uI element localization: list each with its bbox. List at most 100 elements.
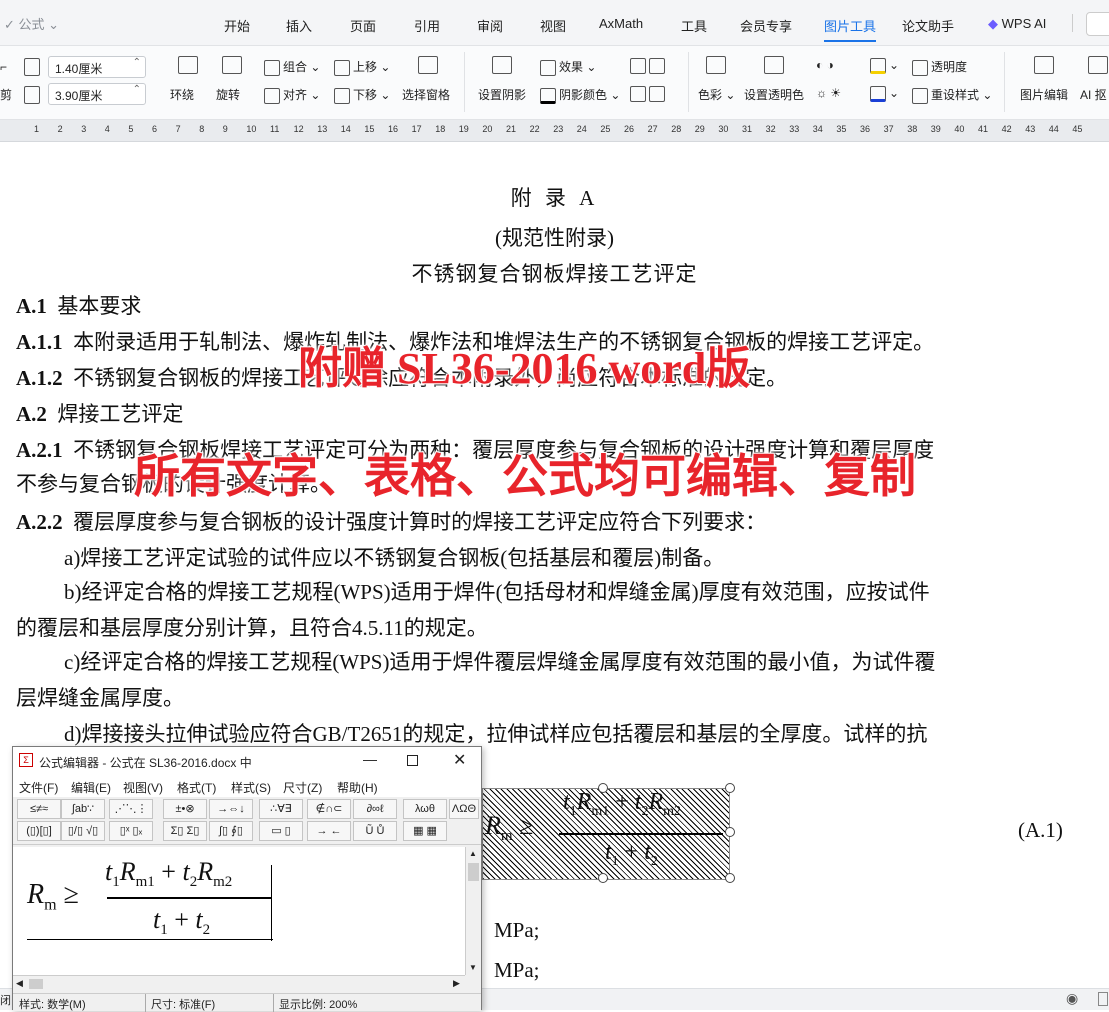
crop-top-icon[interactable]: ⌐ [0,60,7,74]
template-palette-button[interactable]: ▯/▯ √▯ [61,821,105,841]
ribbon-toolbar: ⌐ 剪 1.40厘米 3.90厘米 环绕 旋转 组合 ⌄ 对齐 ⌄ 上移 ⌄ 下… [0,46,1109,120]
symbol-palette-button[interactable]: →⇔↓ [209,799,253,819]
resize-handle-right[interactable] [725,827,735,837]
template-palette-button[interactable]: (▯)[▯] [17,821,61,841]
brightness-buttons[interactable]: ◐ ◑ [816,58,834,72]
horizontal-ruler[interactable]: 1 2 3 4 5 6 7 8 9 10 11 12 13 14 15 16 17 18 19 20 21 22 23 24 2… [0,120,1109,142]
ruler-tick-label: 42 [1001,124,1012,134]
vertical-scroll-thumb[interactable] [468,863,479,881]
template-palette-button[interactable]: ∫▯ ∮▯ [209,821,253,841]
tab-wps-ai[interactable]: ◆ WPS AI [988,16,1046,32]
equation-object[interactable]: Rm ≥ t1Rm1 + t2Rm2 t1 + t2 [482,788,730,880]
align-button[interactable]: 对齐 ⌄ [264,86,320,104]
template-palette-button[interactable]: → ← [307,821,351,841]
tab-axmath[interactable]: AxMath [599,16,643,31]
eye-icon[interactable]: ◉ [1066,990,1078,1007]
shadow-nudge-buttons[interactable] [630,58,668,74]
editor-menu-item[interactable]: 文件(F) [19,779,58,796]
symbol-palette-button[interactable]: ∉∩⊂ [307,799,351,819]
bring-forward-button[interactable]: 上移 ⌄ [334,58,390,76]
symbol-palette-button[interactable]: ±•⊗ [163,799,207,819]
editor-menu-item[interactable]: 编辑(E) [71,779,111,796]
ruler-tick-label: 43 [1025,124,1036,134]
resize-handle-bottom-right[interactable] [725,873,735,883]
scroll-down-icon[interactable]: ▼ [469,963,477,972]
symbol-palette-button[interactable]: ⋰⋱⋮ [109,799,153,819]
wrap-button[interactable]: 环绕 [170,86,194,103]
symbol-palette-button[interactable]: ΛΩΘ [449,799,479,819]
tab-member[interactable]: 会员专享 [740,16,792,35]
fill-color-button[interactable]: ⌄ [870,58,899,74]
template-palette-button[interactable]: Ũ Ů [353,821,397,841]
color-button[interactable]: 色彩 ⌄ [698,86,735,103]
tab-page[interactable]: 页面 [350,16,376,35]
scroll-up-icon[interactable]: ▲ [469,849,477,858]
shadow-color-button[interactable]: 阴影颜色 ⌄ [540,86,620,104]
equation-editor-window[interactable]: Σ 公式编辑器 - 公式在 SL36-2016.docx 中 — ✕ 文件(F)… [12,746,482,1012]
close-icon[interactable]: ✕ [453,750,466,770]
symbol-palette-button[interactable]: λωθ [403,799,447,819]
scroll-left-icon[interactable]: ◀ [16,978,23,989]
align-icon [264,87,280,104]
horizontal-scroll-thumb[interactable] [29,979,43,989]
equation-editor-titlebar[interactable]: Σ 公式编辑器 - 公式在 SL36-2016.docx 中 — ✕ [13,747,481,775]
resize-handle-bottom[interactable] [598,873,608,883]
tab-review[interactable]: 审阅 [477,16,503,35]
symbol-palette-button[interactable]: ∴∀∃ [259,799,303,819]
shadow-nudge-buttons-2[interactable] [630,86,668,102]
minimize-icon[interactable]: — [363,751,377,767]
image-edit-button[interactable]: 图片编辑 [1020,86,1068,103]
height-input[interactable]: 3.90厘米 [48,83,146,105]
symbol-palette-button[interactable]: ∫ab∵ [61,799,105,819]
tab-references[interactable]: 引用 [414,16,440,35]
vertical-scrollbar[interactable]: ▲ ▼ [465,847,481,975]
brightness-buttons-2[interactable]: ☼ ☀ [816,86,841,100]
rotate-button[interactable]: 旋转 [216,86,240,103]
toolbar-divider [1004,52,1005,112]
reset-style-icon [912,87,928,104]
editor-menu-item[interactable]: 样式(S) [231,779,271,796]
tab-view[interactable]: 视图 [540,16,566,35]
editor-menu-item[interactable]: 格式(T) [177,779,216,796]
effect-button[interactable]: 效果 ⌄ [540,58,596,76]
template-palette-button[interactable]: ▦ ▦ [403,821,447,841]
maximize-icon[interactable] [407,755,418,766]
horizontal-scrollbar[interactable]: ◀ ▶ [13,975,465,991]
transparency-button[interactable]: 透明度 [912,58,967,76]
tab-picture-tools[interactable]: 图片工具 [824,16,877,42]
transparency-label: 透明度 [931,60,968,74]
page-view-icon[interactable] [1098,992,1108,1006]
reset-style-button[interactable]: 重设样式 ⌄ [912,86,992,104]
send-backward-button[interactable]: 下移 ⌄ [334,86,390,104]
symbol-palette-button[interactable]: ≤≠≈ [17,799,61,819]
tab-thesis-assistant[interactable]: 论文助手 [902,16,954,35]
quick-access-formula[interactable]: ✓ 公式 ⌄ [4,14,59,33]
crop-button[interactable]: 剪 [0,86,12,103]
ruler-tick-label: 1 [34,124,40,134]
width-input[interactable]: 1.40厘米 [48,56,146,78]
set-transparent-button[interactable]: 设置透明色 [744,86,804,103]
tab-tools[interactable]: 工具 [681,16,707,35]
editor-menu-item[interactable]: 帮助(H) [337,779,378,796]
template-palette-button[interactable]: Σ▯ Σ▯ [163,821,207,841]
tab-home[interactable]: 开始 [224,16,250,35]
template-palette-button[interactable]: ▯ˣ ▯ₓ [109,821,153,841]
selection-pane-button[interactable]: 选择窗格 [402,86,450,103]
scroll-right-icon[interactable]: ▶ [453,978,460,989]
equation-editing-area[interactable]: Rm ≥ t1Rm1 + t2Rm2 t1 + t2 [13,847,465,975]
template-palette-button[interactable]: ▭ ▯ [259,821,303,841]
wps-ai-icon: ◆ [988,16,998,31]
symbol-palette-button[interactable]: ∂∞ℓ [353,799,397,819]
tab-insert[interactable]: 插入 [286,16,312,35]
section-title: 焊接工艺评定 [57,402,184,426]
resize-handle-top[interactable] [598,783,608,793]
ai-cutout-button[interactable]: AI 抠 [1080,86,1107,103]
search-box[interactable] [1086,12,1109,36]
set-shadow-button[interactable]: 设置阴影 [478,86,526,103]
line-color-button[interactable]: ⌄ [870,86,899,102]
editor-menu-item[interactable]: 尺寸(Z) [283,779,322,796]
resize-handle-top-right[interactable] [725,783,735,793]
brightness-down-icon: ☀ [830,86,842,100]
group-button[interactable]: 组合 ⌄ [264,58,320,76]
editor-menu-item[interactable]: 视图(V) [123,779,163,796]
